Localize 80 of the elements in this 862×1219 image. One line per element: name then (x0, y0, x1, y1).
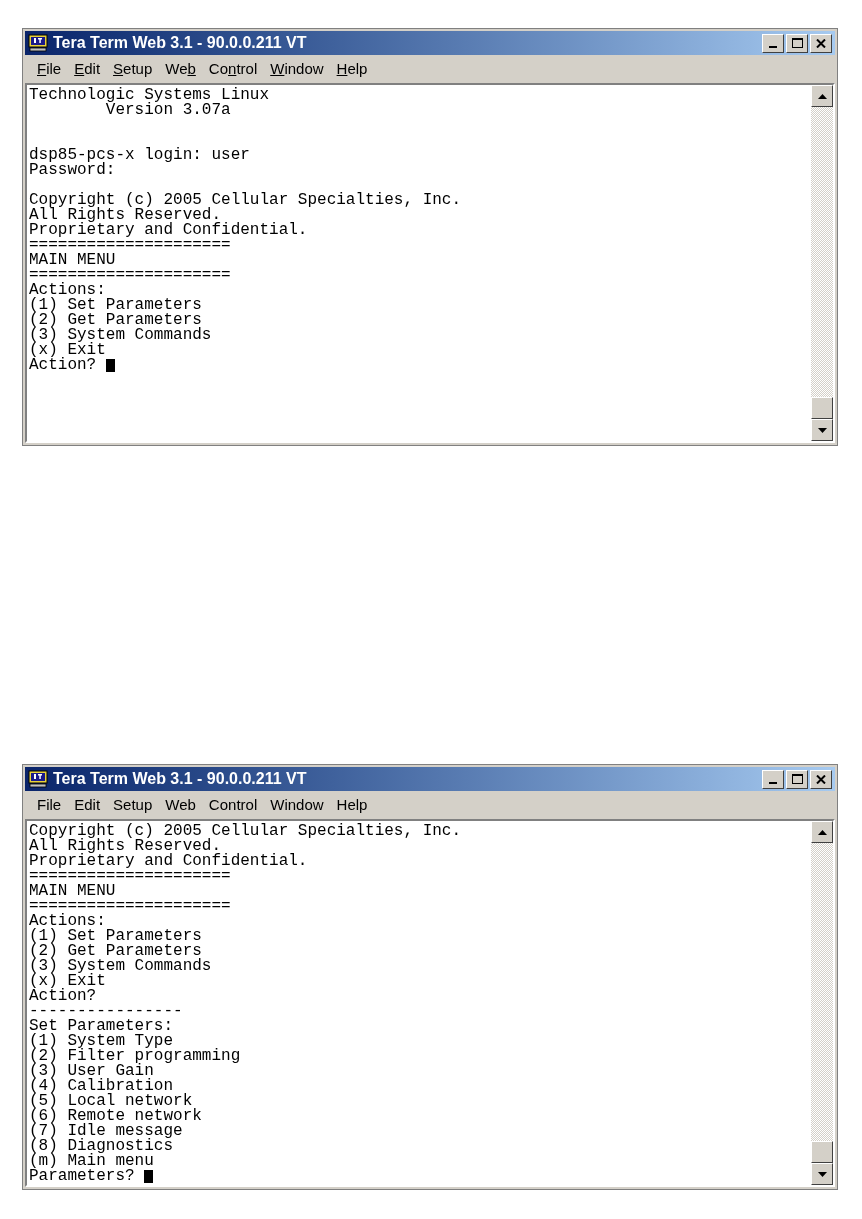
terminal-line: All Rights Reserved. (29, 839, 222, 854)
scroll-thumb[interactable] (811, 1141, 833, 1163)
terminal-line: dsp85-pcs-x login: user (29, 148, 250, 163)
scroll-up-button[interactable] (811, 85, 833, 107)
text-cursor (144, 1170, 154, 1183)
terminal-line: ---------------- (29, 1004, 183, 1019)
down-arrow-icon (817, 427, 827, 433)
terminal-line: Actions: (29, 283, 106, 298)
menu-item[interactable]: Setup (107, 793, 159, 817)
terminal-line: ===================== (29, 238, 231, 253)
terminal-line: (2) Get Parameters (29, 313, 202, 328)
menu-item[interactable]: Window (264, 57, 330, 81)
terminal-icon (28, 34, 48, 52)
terminal-line: (6) Remote network (29, 1109, 202, 1124)
terminal-line: Copyright (c) 2005 Cellular Specialties, Inc. (29, 193, 462, 208)
menu-item[interactable]: Help (330, 57, 374, 81)
terminal-line: (1) Set Parameters (29, 929, 202, 944)
scroll-down-button[interactable] (811, 1163, 833, 1185)
terminal-line: (7) Idle message (29, 1124, 183, 1139)
terminal-line: (3) System Commands (29, 328, 212, 343)
terminal-line: MAIN MENU (29, 253, 116, 268)
terminal-line: Action? (29, 358, 98, 373)
up-arrow-icon (817, 829, 827, 835)
terminal-line: Set Parameters: (29, 1019, 174, 1034)
terminal-line: Copyright (c) 2005 Cellular Specialties, Inc. (29, 824, 462, 839)
vertical-scrollbar[interactable] (811, 821, 833, 1185)
menu-item[interactable]: Web (159, 57, 202, 81)
terminal-line: Proprietary and Confidential. (29, 854, 308, 869)
menu-item[interactable]: Edit (68, 793, 107, 817)
terminal-line: Password: (29, 163, 116, 178)
menu-item[interactable]: Edit (68, 57, 107, 81)
terminal-line: Parameters? (29, 1169, 136, 1184)
terminal-line: (1) System Type (29, 1034, 174, 1049)
menu-item[interactable]: Help (330, 793, 374, 817)
down-arrow-icon (817, 1171, 827, 1177)
close-icon (816, 38, 826, 48)
terminal-icon (28, 770, 48, 788)
menu-item[interactable]: File (31, 793, 68, 817)
terminal-line: ===================== (29, 268, 231, 283)
window-title: Tera Term Web 3.1 - 90.0.0.211 VT (53, 35, 308, 51)
terminal-line: Technologic Systems Linux (29, 88, 270, 103)
close-button[interactable] (810, 769, 832, 789)
menu-item[interactable]: Control (202, 793, 264, 817)
terminal-line: Proprietary and Confidential. (29, 223, 308, 238)
terminal-line: Action? (29, 989, 97, 1004)
terminal-line: (x) Exit (29, 974, 106, 989)
terminal-line: (x) Exit (29, 343, 106, 358)
menu-item[interactable]: Web (159, 793, 202, 817)
terminal-line: (4) Calibration (29, 1079, 174, 1094)
menu-item[interactable]: File (31, 57, 68, 81)
scroll-up-button[interactable] (811, 821, 833, 843)
terminal-line: (5) Local network (29, 1094, 193, 1109)
menu-item[interactable]: Control (202, 57, 264, 81)
terminal-line: Actions: (29, 914, 106, 929)
close-icon (816, 774, 826, 784)
terminal-line: Version 3.07a (105, 103, 231, 118)
close-button[interactable] (810, 33, 832, 53)
maximize-button[interactable] (786, 33, 808, 53)
menu-item[interactable]: Window (264, 793, 330, 817)
terminal-line: (1) Set Parameters (29, 298, 202, 313)
terminal-line: All Rights Reserved. (29, 208, 222, 223)
up-arrow-icon (817, 93, 827, 99)
minimize-button[interactable] (762, 769, 784, 789)
terminal-line: ===================== (29, 899, 231, 914)
maximize-button[interactable] (786, 769, 808, 789)
window-title: Tera Term Web 3.1 - 90.0.0.211 VT (53, 771, 308, 787)
menu-item[interactable]: Setup (107, 57, 159, 81)
terminal-line: MAIN MENU (29, 884, 116, 899)
terminal-line: (3) User Gain (29, 1064, 154, 1079)
scroll-down-button[interactable] (811, 419, 833, 441)
scroll-thumb[interactable] (811, 397, 833, 419)
terminal-line: (2) Get Parameters (29, 944, 202, 959)
terminal-line: (8) Diagnostics (29, 1139, 174, 1154)
minimize-button[interactable] (762, 33, 784, 53)
terminal-line: (3) System Commands (29, 959, 212, 974)
terminal-line: ===================== (29, 869, 231, 884)
vertical-scrollbar[interactable] (811, 85, 833, 441)
terminal-line: (m) Main menu (29, 1154, 154, 1169)
terminal-line: (2) Filter programming (29, 1049, 241, 1064)
text-cursor (105, 359, 115, 372)
